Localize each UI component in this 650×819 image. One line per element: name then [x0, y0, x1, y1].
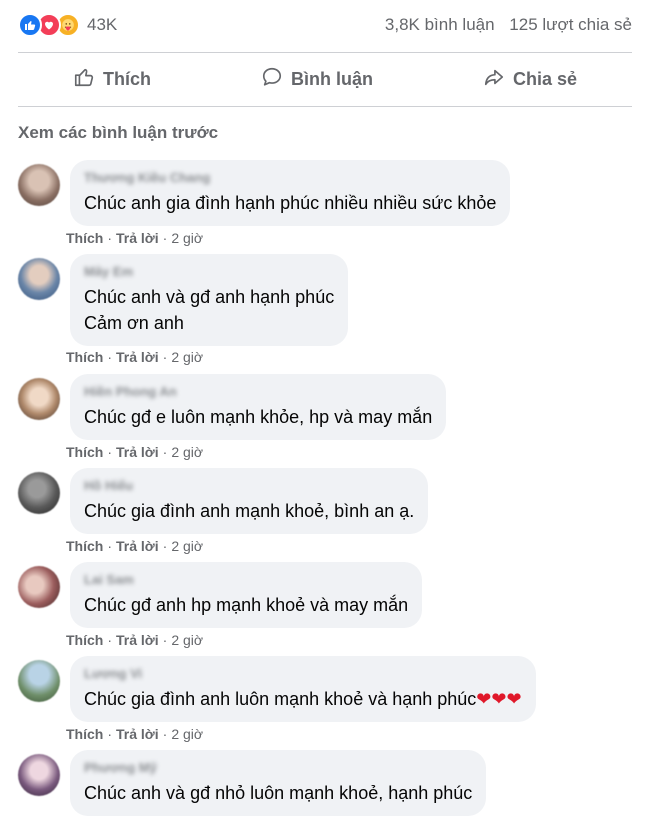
comment-like-link[interactable]: Thích: [66, 444, 103, 460]
comment-bubble: Lương Vi Chúc gia đình anh luôn mạnh kho…: [70, 656, 536, 722]
comment-author[interactable]: Hồ Hiếu: [84, 478, 414, 494]
view-previous-comments-link[interactable]: Xem các bình luận trước: [18, 123, 218, 143]
comment-reply-link[interactable]: Trả lời: [116, 230, 159, 246]
separator: ·: [162, 538, 168, 554]
separator: ·: [107, 230, 113, 246]
comment-like-link[interactable]: Thích: [66, 349, 103, 365]
comment-author[interactable]: Hiền Phong An: [84, 384, 432, 400]
avatar[interactable]: [18, 566, 60, 608]
comment-author[interactable]: Mây Em: [84, 264, 334, 280]
comment-like-link[interactable]: Thích: [66, 726, 103, 742]
comment-timestamp[interactable]: 2 giờ: [171, 726, 203, 742]
reaction-count[interactable]: 43K: [87, 15, 117, 35]
share-label: Chia sẻ: [512, 68, 577, 89]
post-actions: Thích Bình luận Chia sẻ: [18, 56, 632, 102]
separator: ·: [107, 444, 113, 460]
comment-bubble: Lai Sam Chúc gđ anh hp mạnh khoẻ và may …: [70, 562, 423, 628]
share-arrow-icon: [483, 66, 505, 93]
comment-author[interactable]: Phương Mỹ: [84, 760, 472, 776]
avatar[interactable]: [18, 258, 60, 300]
separator: ·: [162, 444, 168, 460]
comment-meta: Thích · Trả lời · 2 giờ: [66, 538, 203, 554]
like-label: Thích: [102, 68, 151, 89]
comment-reply-link[interactable]: Trả lời: [116, 538, 159, 554]
separator: ·: [162, 349, 168, 365]
comment-reply-link[interactable]: Trả lời: [116, 632, 159, 648]
separator: ·: [162, 632, 168, 648]
thumbs-up-icon: [73, 66, 95, 93]
share-button[interactable]: Chia sẻ: [459, 60, 601, 99]
comment-author[interactable]: Lương Vi: [84, 666, 522, 682]
reaction-summary[interactable]: 43K: [18, 13, 117, 37]
comment-like-link[interactable]: Thích: [66, 538, 103, 554]
comment-text: Chúc gđ anh hp mạnh khoẻ và may mắn: [84, 595, 409, 615]
avatar[interactable]: [18, 164, 60, 206]
separator: ·: [162, 726, 168, 742]
comment-meta: Thích · Trả lời · 2 giờ: [66, 230, 203, 246]
heart-emoji-icon: ❤❤❤: [476, 689, 522, 709]
engagement-counts: 3,8K bình luận 125 lượt chia sẻ: [375, 15, 632, 35]
separator: ·: [107, 349, 113, 365]
separator: ·: [107, 632, 113, 648]
comment-author[interactable]: Thương Kiều Chang: [84, 170, 496, 186]
comment-text: Chúc gia đình anh luôn mạnh khoẻ và hạnh…: [84, 689, 477, 709]
comment-timestamp[interactable]: 2 giờ: [171, 230, 203, 246]
comment-label: Bình luận: [290, 68, 373, 89]
comment-button[interactable]: Bình luận: [237, 60, 397, 99]
avatar[interactable]: [18, 660, 60, 702]
comment-text: Chúc anh và gđ anh hạnh phúc: [84, 287, 335, 307]
comment-timestamp[interactable]: 2 giờ: [171, 444, 203, 460]
comment-bubble-icon: [261, 66, 283, 93]
avatar[interactable]: [18, 754, 60, 796]
separator: ·: [107, 726, 113, 742]
comment-text: Chúc anh gia đình hạnh phúc nhiều nhiều …: [84, 193, 497, 213]
comment-meta: Thích · Trả lời · 2 giờ: [66, 726, 203, 742]
comment-meta: Thích · Trả lời · 2 giờ: [66, 632, 203, 648]
comment-text: Chúc gđ e luôn mạnh khỏe, hp và may mắn: [84, 407, 433, 427]
divider-top: [18, 52, 632, 53]
avatar[interactable]: [18, 472, 60, 514]
comment-like-link[interactable]: Thích: [66, 230, 103, 246]
comment-timestamp[interactable]: 2 giờ: [171, 632, 203, 648]
comment-reply-link[interactable]: Trả lời: [116, 349, 159, 365]
comment-timestamp[interactable]: 2 giờ: [171, 349, 203, 365]
comment-bubble: Mây Em Chúc anh và gđ anh hạnh phúc Cảm …: [70, 254, 349, 346]
comment-bubble: Hồ Hiếu Chúc gia đình anh mạnh khoẻ, bìn…: [70, 468, 429, 534]
comment-timestamp[interactable]: 2 giờ: [171, 538, 203, 554]
like-button[interactable]: Thích: [49, 60, 175, 99]
comment-author[interactable]: Lai Sam: [84, 572, 408, 588]
like-reaction-icon: [18, 13, 42, 37]
post-stats-bar: 43K 3,8K bình luận 125 lượt chia sẻ: [18, 8, 632, 42]
comment-text: Cảm ơn anh: [84, 313, 184, 333]
comment-meta: Thích · Trả lời · 2 giờ: [66, 444, 203, 460]
divider-bottom: [18, 106, 632, 107]
comment-count[interactable]: 3,8K bình luận: [385, 15, 495, 34]
comment-text: Chúc gia đình anh mạnh khoẻ, bình an ạ.: [84, 501, 415, 521]
comment-text: Chúc anh và gđ nhỏ luôn mạnh khoẻ, hạnh …: [84, 783, 473, 803]
comment-meta: Thích · Trả lời · 2 giờ: [66, 349, 203, 365]
comment-bubble: Hiền Phong An Chúc gđ e luôn mạnh khỏe, …: [70, 374, 447, 440]
separator: ·: [162, 230, 168, 246]
share-count[interactable]: 125 lượt chia sẻ: [509, 15, 632, 34]
comment-text-wrapper: Chúc gia đình anh luôn mạnh khoẻ và hạnh…: [84, 686, 522, 712]
comment-bubble: Phương Mỹ Chúc anh và gđ nhỏ luôn mạnh k…: [70, 750, 487, 816]
comment-like-link[interactable]: Thích: [66, 632, 103, 648]
separator: ·: [107, 538, 113, 554]
comment-bubble: Thương Kiều Chang Chúc anh gia đình hạnh…: [70, 160, 511, 226]
comment-reply-link[interactable]: Trả lời: [116, 726, 159, 742]
avatar[interactable]: [18, 378, 60, 420]
comment-reply-link[interactable]: Trả lời: [116, 444, 159, 460]
